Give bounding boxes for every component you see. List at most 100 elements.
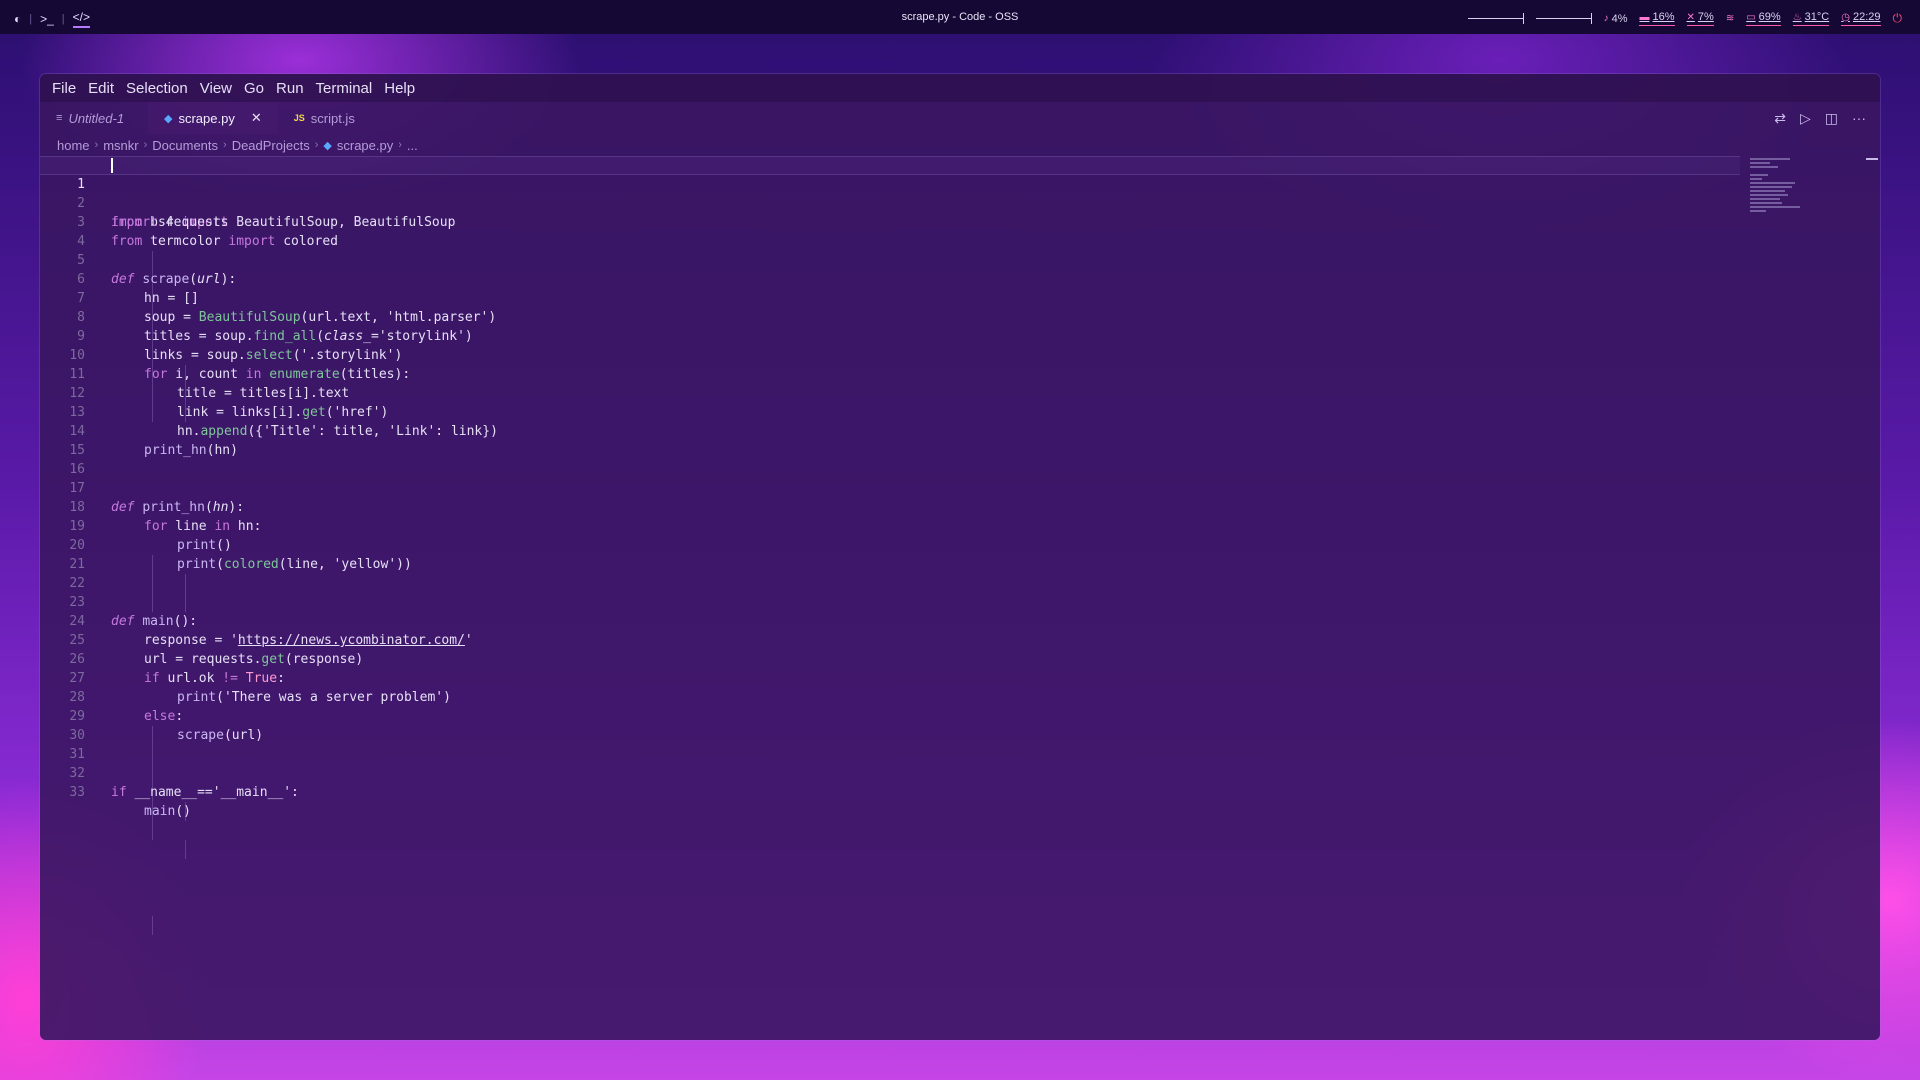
breadcrumb-deadprojects[interactable]: DeadProjects — [232, 138, 310, 153]
compare-changes-icon[interactable]: ⇄ — [1774, 110, 1786, 127]
chevron-right-icon: › — [94, 139, 99, 151]
scrollbar[interactable] — [1866, 158, 1878, 160]
chevron-right-icon: › — [398, 139, 402, 151]
code-line[interactable]: 12 link = links[i].get('href') — [40, 365, 1740, 420]
code-line[interactable]: 19 print() — [40, 498, 1740, 553]
menu-go[interactable]: Go — [238, 80, 270, 97]
system-top-bar: ◐ | >_ | </> scrape.py - Code - OSS ♪ 4%… — [0, 0, 1920, 34]
code-line[interactable]: 10 for i, count in enumerate(titles): — [40, 327, 1740, 382]
menu-run[interactable]: Run — [270, 80, 310, 97]
code-line[interactable]: 8 titles = soup.find_all(class_='storyli… — [40, 289, 1740, 344]
code-line[interactable]: 18 for line in hn: — [40, 479, 1740, 534]
tab-untitled-1[interactable]: ≡ Untitled-1 — [40, 102, 148, 134]
more-actions-icon[interactable]: ··· — [1852, 110, 1866, 127]
menu-bar: File Edit Selection View Go Run Terminal… — [40, 74, 1880, 102]
volume-stat[interactable]: ♪ 4% — [1604, 13, 1628, 25]
cpu-icon: ▬ — [1639, 11, 1650, 23]
editor-tab-bar: ≡ Untitled-1 ◆ scrape.py ✕ JS script.js … — [40, 102, 1880, 134]
menu-terminal[interactable]: Terminal — [310, 80, 379, 97]
temperature-stat[interactable]: ♨ 31°C — [1792, 11, 1830, 26]
lines-icon: ≡ — [56, 112, 63, 124]
battery-stat[interactable]: ▭ 69% — [1746, 11, 1781, 26]
close-icon[interactable]: ✕ — [251, 110, 262, 126]
wifi-stat[interactable]: ≋ — [1726, 13, 1734, 24]
code-line[interactable]: 3 from termcolor import colored — [40, 194, 1740, 249]
code-line[interactable]: 7 soup = BeautifulSoup(url.text, 'html.p… — [40, 270, 1740, 325]
indent-guide — [185, 840, 186, 859]
code-editor[interactable]: 1 from bs4 import BeautifulSoup, Beautif… — [40, 156, 1880, 1040]
breadcrumb-home[interactable]: home — [57, 138, 90, 153]
wifi-icon: ≋ — [1725, 13, 1735, 24]
memory-value: 7% — [1697, 11, 1714, 23]
breadcrumb-symbols[interactable]: ... — [407, 138, 418, 153]
code-line[interactable]: 21 — [40, 536, 1740, 572]
code-line[interactable]: 20 print(colored(line, 'yellow')) — [40, 517, 1740, 572]
code-line[interactable]: 17 def print_hn(hn): — [40, 460, 1740, 515]
python-icon: ◆ — [323, 139, 332, 152]
code-line[interactable]: 16 — [40, 441, 1740, 477]
code-line[interactable]: 13 hn.append({'Title': title, 'Link': li… — [40, 384, 1740, 439]
breadcrumb-msnkr[interactable]: msnkr — [103, 138, 138, 153]
tab-scrape-py[interactable]: ◆ scrape.py ✕ — [148, 102, 278, 134]
chevron-right-icon: › — [143, 139, 148, 151]
code-line[interactable]: 11 title = titles[i].text — [40, 346, 1740, 401]
breadcrumb-documents[interactable]: Documents — [152, 138, 218, 153]
menu-edit[interactable]: Edit — [82, 80, 120, 97]
code-line[interactable]: 26 if url.ok != True: — [40, 631, 1740, 686]
code-line[interactable]: 27 print('There was a server problem') — [40, 650, 1740, 705]
chevron-right-icon: › — [314, 139, 319, 151]
menu-help[interactable]: Help — [378, 80, 421, 97]
cpu-value: 16% — [1652, 11, 1675, 23]
system-tray: ♪ 4% ▬ 16% ✕ 7% ≋ ▭ 69% ♨ 31°C ◷ 22:29 ⏻ — [1467, 11, 1903, 26]
cpu-stat[interactable]: ▬ 16% — [1639, 11, 1675, 26]
battery-icon: ▭ — [1746, 11, 1756, 23]
memory-icon: ✕ — [1686, 11, 1695, 23]
brightness-slider[interactable] — [1467, 13, 1524, 24]
code-line[interactable]: 30 — [40, 707, 1740, 743]
code-line[interactable]: 4 — [40, 213, 1740, 249]
menu-file[interactable]: File — [46, 80, 82, 97]
breadcrumb-file[interactable]: scrape.py — [337, 138, 393, 153]
power-icon[interactable]: ⏻ — [1893, 11, 1903, 26]
code-line[interactable]: 5 def scrape(url): — [40, 232, 1740, 287]
memory-stat[interactable]: ✕ 7% — [1686, 11, 1714, 26]
code-line[interactable]: 32 if __name__=='__main__': — [40, 745, 1740, 800]
code-line[interactable]: 23 def main(): — [40, 574, 1740, 629]
javascript-icon: JS — [293, 113, 305, 123]
code-line[interactable]: 24 response = 'https://news.ycombinator.… — [40, 593, 1740, 648]
code-line[interactable]: 28 else: — [40, 669, 1740, 724]
line-number: 33 — [69, 785, 85, 800]
volume-slider[interactable] — [1535, 13, 1592, 24]
code-line[interactable]: 31 — [40, 726, 1740, 762]
code-line[interactable]: 1 from bs4 import BeautifulSoup, Beautif… — [40, 156, 1740, 230]
code-oss-window: File Edit Selection View Go Run Terminal… — [40, 74, 1880, 1040]
clock-value: 22:29 — [1852, 11, 1881, 23]
indent-guide — [152, 916, 153, 935]
code-line[interactable]: 14 print_hn(hn) — [40, 403, 1740, 458]
code-line[interactable]: 33 main() — [40, 764, 1740, 819]
menu-selection[interactable]: Selection — [120, 80, 194, 97]
menu-view[interactable]: View — [194, 80, 238, 97]
clock-stat[interactable]: ◷ 22:29 — [1841, 11, 1881, 26]
code-line[interactable]: 6 hn = [] — [40, 251, 1740, 306]
code-line[interactable]: 29 scrape(url) — [40, 688, 1740, 743]
run-icon[interactable]: ▷ — [1800, 110, 1811, 127]
tab-label: Untitled-1 — [68, 110, 125, 126]
battery-value: 69% — [1758, 11, 1781, 23]
code-line[interactable]: 15 — [40, 422, 1740, 458]
text-cursor — [111, 158, 113, 173]
minimap[interactable] — [1750, 158, 1810, 238]
code-line[interactable]: 25 url = requests.get(response) — [40, 612, 1740, 667]
tab-script-js[interactable]: JS script.js — [278, 102, 371, 134]
python-icon: ◆ — [164, 112, 173, 125]
breadcrumb: home › msnkr › Documents › DeadProjects … — [40, 134, 1880, 156]
temperature-icon: ♨ — [1792, 11, 1802, 23]
split-editor-icon[interactable]: ◫ — [1825, 110, 1838, 127]
volume-icon: ♪ — [1603, 13, 1609, 24]
temperature-value: 31°C — [1804, 11, 1830, 23]
tab-label: scrape.py — [178, 110, 235, 126]
code-line[interactable]: 22 — [40, 555, 1740, 591]
code-line[interactable]: 9 links = soup.select('.storylink') — [40, 308, 1740, 363]
code-line[interactable]: 2 import requests — [40, 175, 1740, 230]
tab-label: script.js — [310, 110, 355, 126]
